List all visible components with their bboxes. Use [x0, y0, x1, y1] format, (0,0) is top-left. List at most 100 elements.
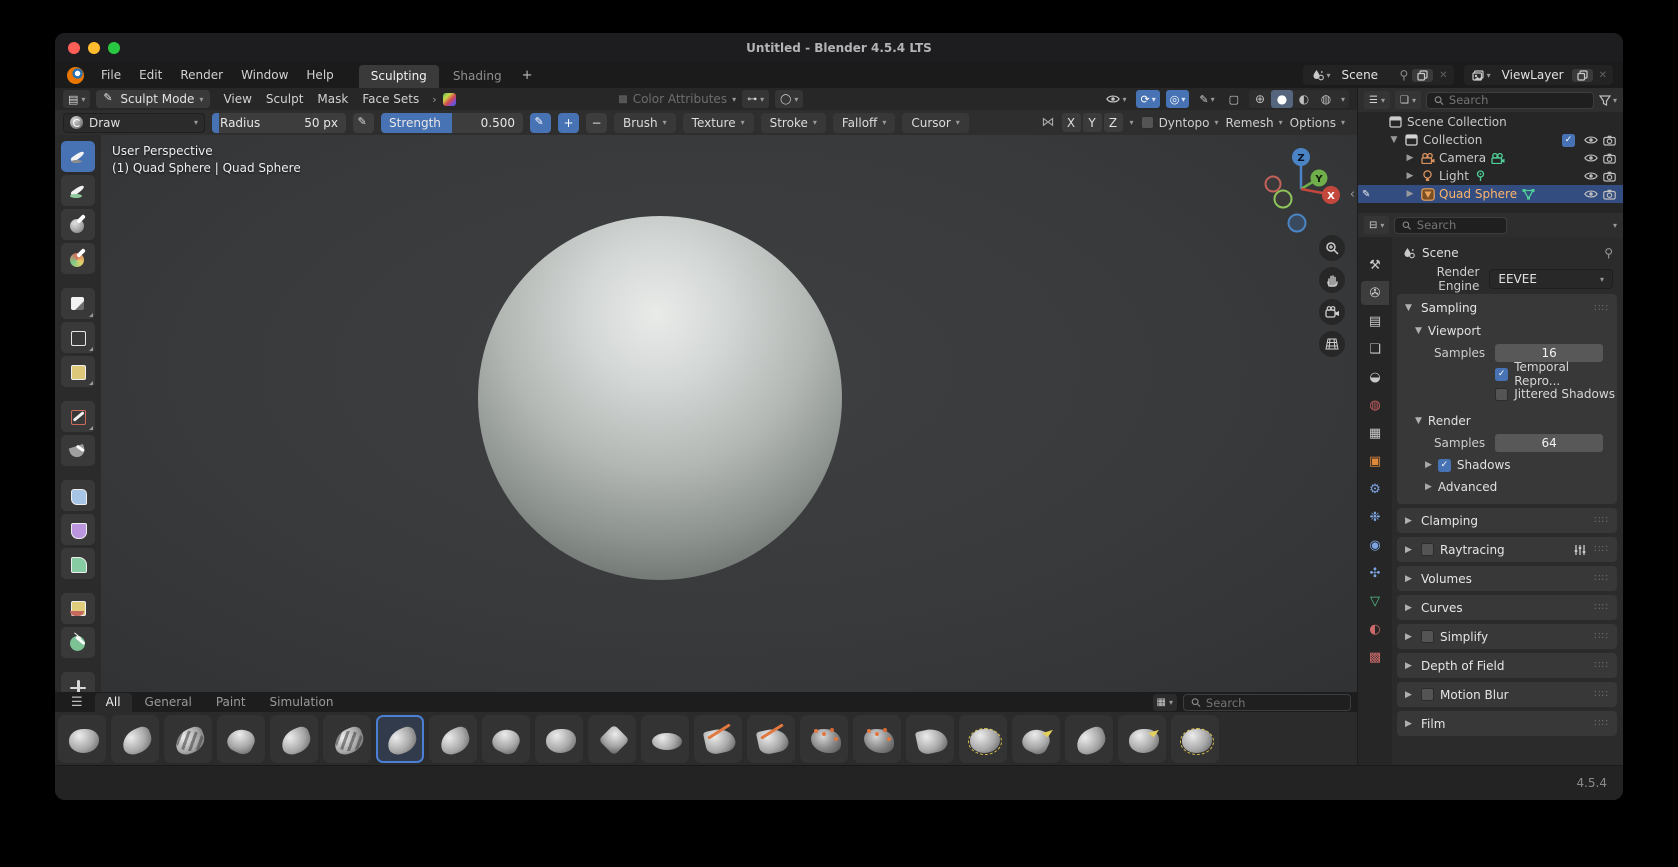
browse-viewlayer-button[interactable]: ▾ [1468, 70, 1494, 81]
menu-render[interactable]: Render [171, 65, 232, 85]
expander-icon[interactable]: ▶ [1404, 189, 1416, 199]
raytracing-options-icon[interactable] [1573, 544, 1586, 556]
tab-object-data[interactable]: ▽ [1361, 589, 1389, 613]
tab-world[interactable]: ◍ [1361, 393, 1389, 417]
tab-view-layer[interactable]: ❏ [1361, 337, 1389, 361]
sampling-panel-header[interactable]: ▼Sampling∷∷ [1397, 296, 1617, 320]
symmetry-axis-x[interactable]: X [1062, 113, 1081, 132]
pin-id-icon[interactable]: ⚲ [1604, 246, 1613, 260]
quad-sphere-object[interactable] [478, 216, 842, 580]
outliner-display-mode-dropdown[interactable]: ☰▾ [1364, 91, 1390, 109]
tool-draw[interactable] [61, 141, 95, 172]
checkbox[interactable] [1495, 388, 1508, 401]
shelf-menu-icon[interactable]: ☰ [61, 695, 93, 712]
blender-logo-icon[interactable] [67, 67, 84, 84]
workspace-tab-sculpting[interactable]: Sculpting [359, 65, 439, 88]
new-scene-button[interactable] [1412, 69, 1433, 82]
tool-line-project[interactable] [61, 435, 95, 466]
properties-search-input[interactable] [1417, 218, 1499, 232]
panel-film[interactable]: ▶Film∷∷ [1397, 711, 1617, 736]
brush-thumbnail[interactable] [482, 715, 530, 763]
tool-box-face-set[interactable] [61, 356, 95, 387]
panel-simplify[interactable]: ▶Simplify∷∷ [1397, 624, 1617, 649]
menu-edit[interactable]: Edit [130, 65, 171, 85]
motion-blur-checkbox[interactable] [1421, 688, 1434, 701]
shelf-search-input[interactable] [1206, 696, 1343, 710]
disable-render-camera-icon[interactable] [1602, 189, 1617, 200]
camera-view-button[interactable] [1319, 299, 1345, 325]
shelf-display-button[interactable]: ▦▾ [1153, 694, 1177, 711]
tool-edit-face-set[interactable] [61, 593, 95, 624]
brush-thumbnail[interactable] [1118, 715, 1166, 763]
brush-thumbnail[interactable] [1171, 715, 1219, 763]
xray-toggle[interactable]: ▢ [1225, 90, 1243, 108]
menu-help[interactable]: Help [297, 65, 342, 85]
symmetry-axis-z[interactable]: Z [1104, 113, 1123, 132]
viewport-menu-view[interactable]: View [216, 92, 258, 106]
tab-object[interactable]: ▣ [1361, 449, 1389, 473]
viewport-canvas[interactable]: User Perspective (1) Quad Sphere | Quad … [55, 135, 1357, 692]
outliner-row-scene-collection[interactable]: Scene Collection [1358, 113, 1623, 131]
shadows-checkbox[interactable] [1438, 459, 1451, 472]
outliner-filter-button[interactable]: ▾ [1599, 95, 1617, 106]
brush-thumbnail[interactable] [323, 715, 371, 763]
disable-render-camera-icon[interactable] [1602, 171, 1617, 182]
tab-scene[interactable]: ◒ [1361, 365, 1389, 389]
brush-thumbnail[interactable] [641, 715, 689, 763]
panel-depth-of-field[interactable]: ▶Depth of Field∷∷ [1397, 653, 1617, 678]
viewport-menu-sculpt[interactable]: Sculpt [259, 92, 310, 106]
pin-scene-icon[interactable]: ⚲ [1399, 68, 1408, 82]
tab-texture[interactable]: ▩ [1361, 645, 1389, 669]
collapse-menus-icon[interactable]: › [432, 93, 436, 106]
mode-dropdown[interactable]: Sculpt Mode▾ [96, 90, 210, 108]
checkbox[interactable] [1495, 368, 1508, 381]
outliner-search-input[interactable] [1449, 93, 1586, 107]
shading-material-button[interactable]: ◐ [1293, 90, 1315, 108]
disable-render-camera-icon[interactable] [1602, 153, 1617, 164]
popover-texture[interactable]: Texture▾ [683, 113, 754, 133]
brush-thumbnail[interactable] [111, 715, 159, 763]
hide-viewport-eye-icon[interactable] [1583, 171, 1598, 181]
overlays-toggle[interactable]: ◎▾ [1166, 90, 1190, 108]
tab-particles[interactable]: ❉ [1361, 505, 1389, 529]
panel-curves[interactable]: ▶Curves∷∷ [1397, 595, 1617, 620]
viewport-menu-mask[interactable]: Mask [310, 92, 355, 106]
strength-slider[interactable]: Strength 0.500 [381, 113, 523, 133]
ortho-grid-button[interactable] [1319, 331, 1345, 357]
brush-thumbnail[interactable] [1065, 715, 1113, 763]
shelf-tab-simulation[interactable]: Simulation [259, 693, 345, 712]
tool-paint[interactable] [61, 175, 95, 206]
symmetry-axis-y[interactable]: Y [1083, 113, 1102, 132]
tab-modifiers[interactable]: ⚙ [1361, 477, 1389, 501]
shading-wireframe-button[interactable]: ⊕ [1249, 90, 1271, 108]
workspace-tab-shading[interactable]: Shading [441, 65, 514, 88]
popover-falloff[interactable]: Falloff▾ [833, 113, 895, 133]
brush-thumbnail[interactable] [853, 715, 901, 763]
dyntopo-checkbox[interactable] [1141, 116, 1154, 129]
disable-render-camera-icon[interactable] [1602, 135, 1617, 146]
brush-thumbnail[interactable] [694, 715, 742, 763]
popover-brush[interactable]: Brush▾ [614, 113, 676, 133]
subpanel-shadows[interactable]: ▶Shadows [1407, 454, 1617, 476]
active-brush-dropdown[interactable]: Draw ▾ [63, 113, 205, 133]
raytracing-checkbox[interactable] [1421, 543, 1434, 556]
tool-color-filter[interactable] [61, 548, 95, 579]
radius-slider[interactable]: Radius 50 px [212, 113, 346, 133]
subpanel-advanced[interactable]: ▶Advanced [1407, 476, 1617, 498]
tab-collection[interactable]: ▦ [1361, 421, 1389, 445]
brush-thumbnail[interactable] [270, 715, 318, 763]
selectability-popover[interactable]: ▾ [1101, 90, 1130, 108]
brush-thumbnail[interactable] [217, 715, 265, 763]
tool-box-hide[interactable] [61, 322, 95, 353]
collection-checkbox[interactable] [1562, 134, 1575, 147]
browse-scene-button[interactable]: ▾ [1307, 69, 1333, 81]
tab-render[interactable]: ✇ [1361, 281, 1389, 305]
outliner-row-collection[interactable]: ▼Collection [1358, 131, 1623, 149]
tool-move[interactable] [61, 672, 95, 692]
brush-thumbnail[interactable] [58, 715, 106, 763]
tool-mask[interactable] [61, 288, 95, 319]
annotate-popover[interactable]: ✎▾ [1195, 90, 1218, 108]
hide-viewport-eye-icon[interactable] [1583, 153, 1598, 163]
popover-cursor[interactable]: Cursor▾ [902, 113, 968, 133]
scene-name[interactable]: Scene [1337, 68, 1395, 82]
